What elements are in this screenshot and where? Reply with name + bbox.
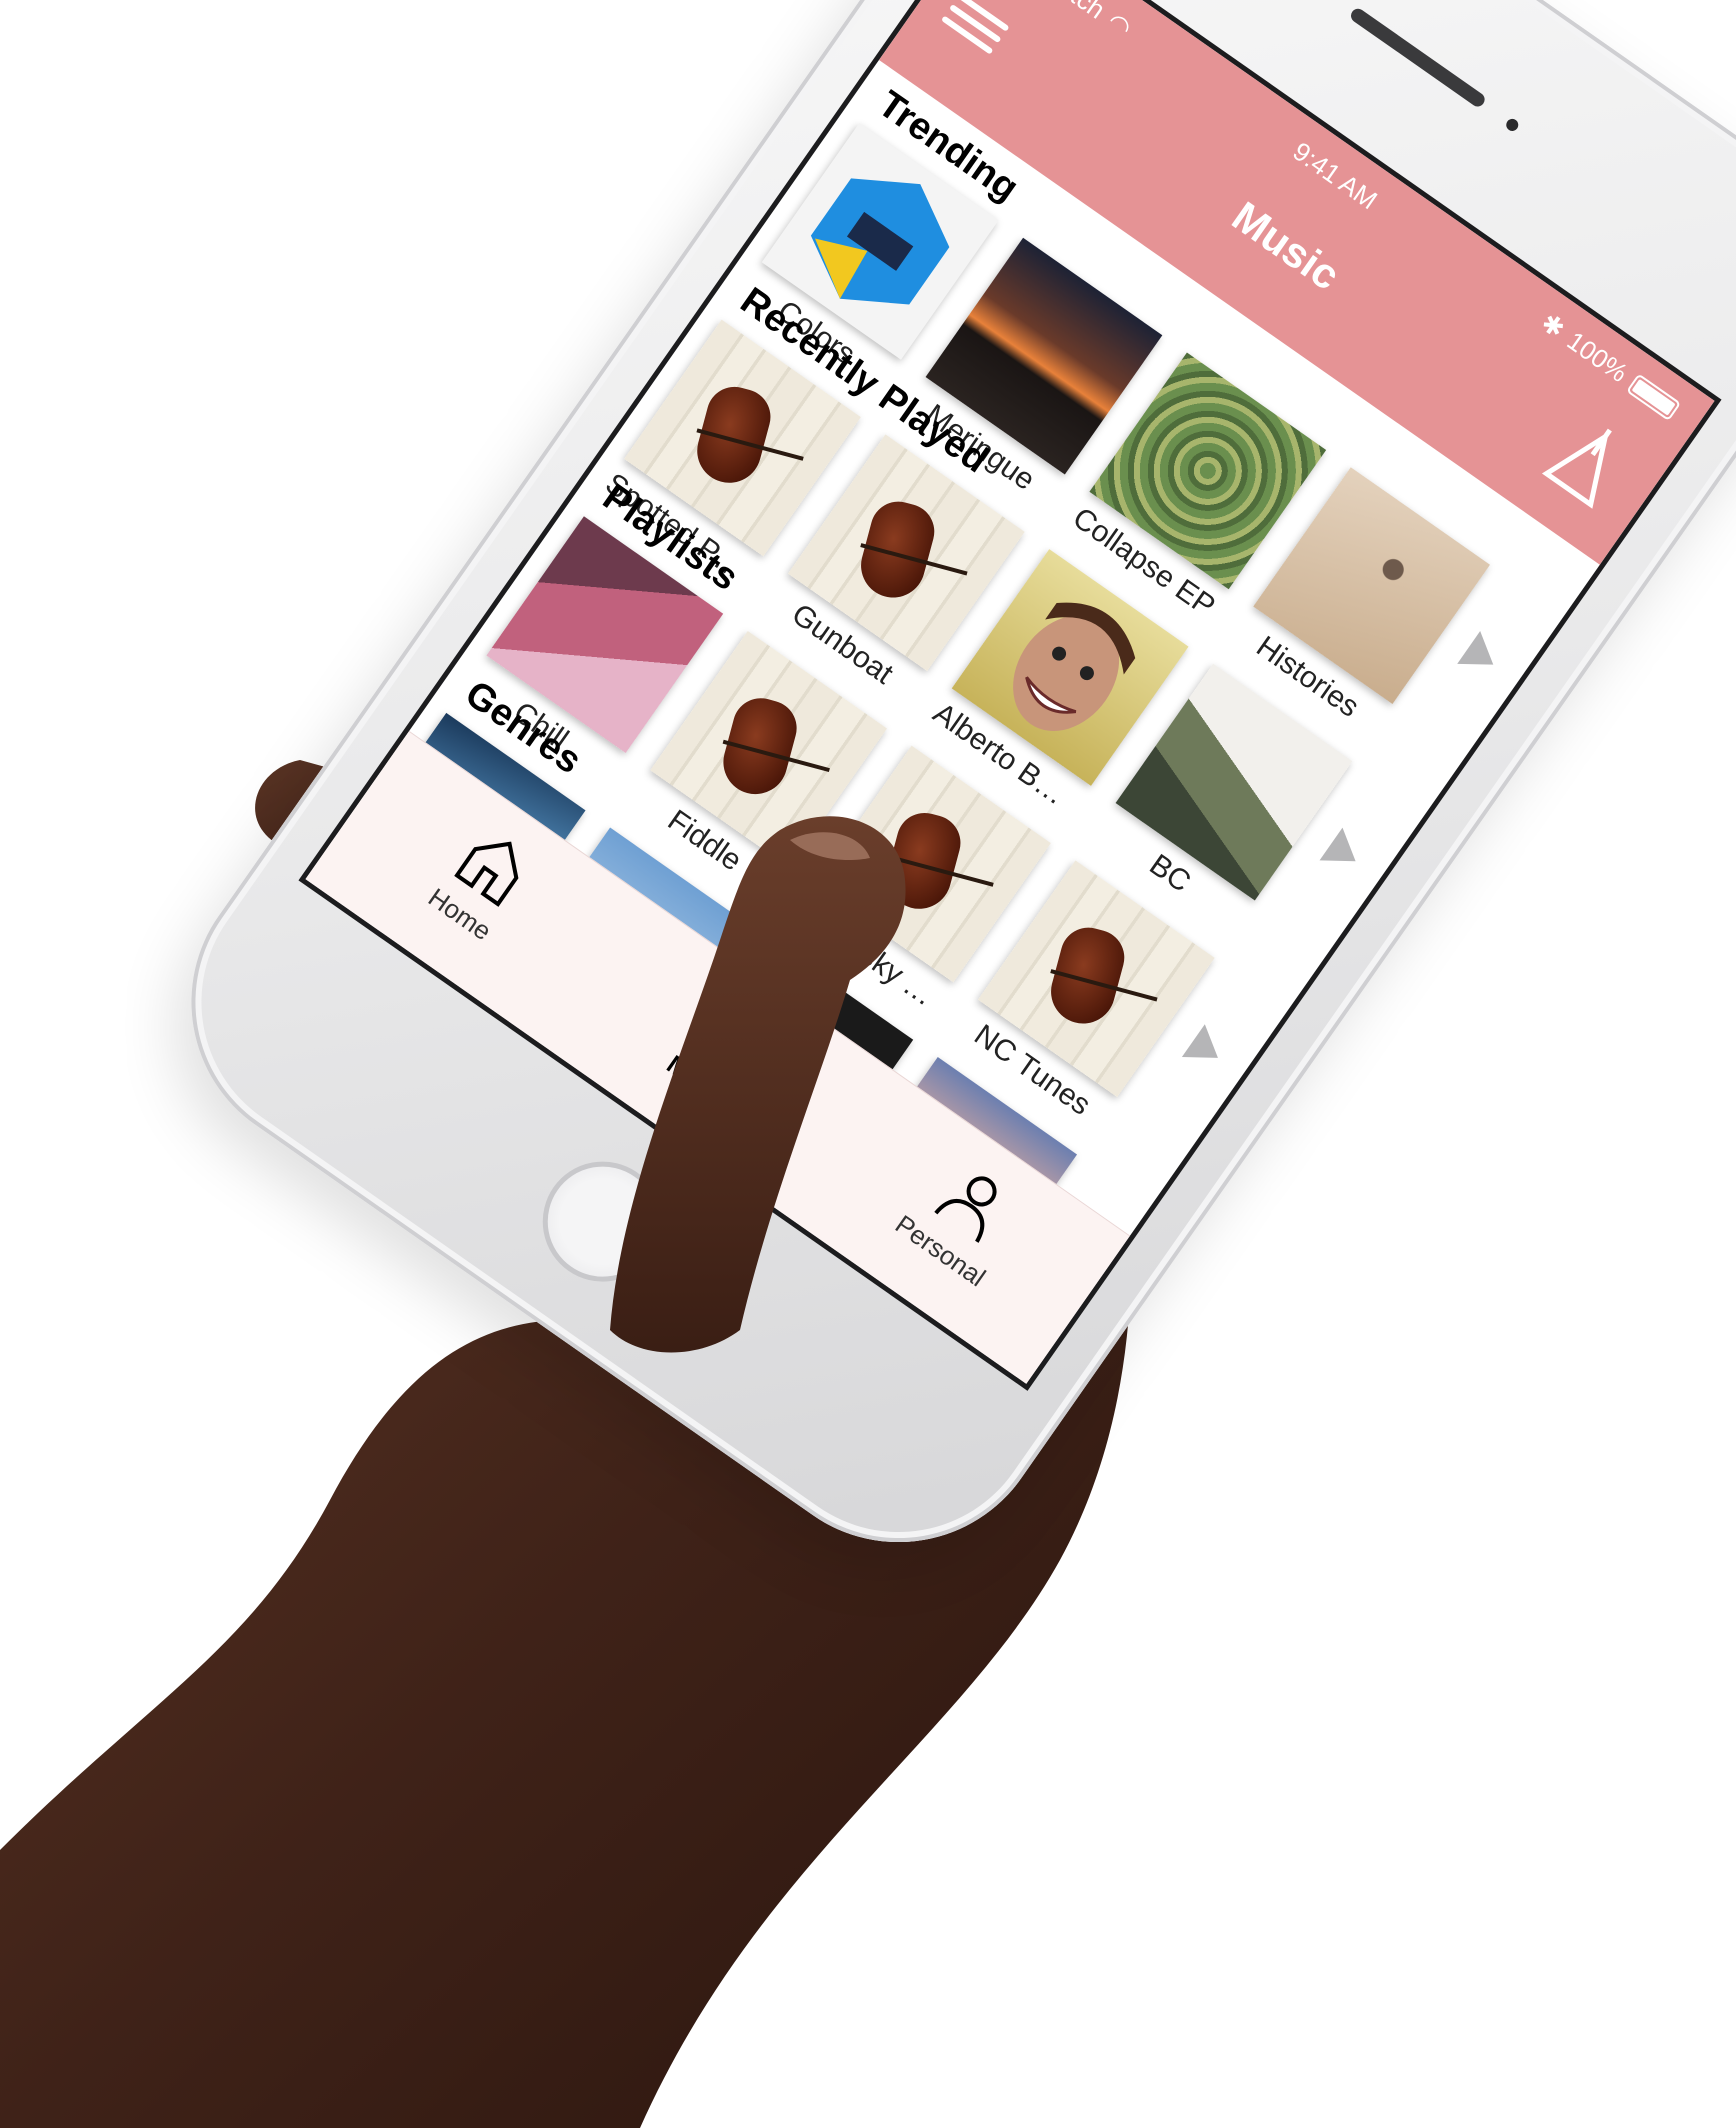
more-arrow-icon[interactable] (1457, 631, 1505, 682)
proximity-sensor (1503, 116, 1521, 134)
home-button[interactable] (519, 1138, 687, 1306)
more-arrow-icon[interactable] (1319, 827, 1368, 878)
tab-label: Personal (889, 1208, 992, 1293)
tab-label: Home (422, 881, 497, 947)
battery-label: 100% (1561, 325, 1634, 389)
tab-label: Music (661, 1048, 740, 1116)
more-arrow-icon[interactable] (1181, 1024, 1230, 1075)
earpiece-speaker (1348, 5, 1488, 110)
battery-icon (1626, 372, 1682, 421)
